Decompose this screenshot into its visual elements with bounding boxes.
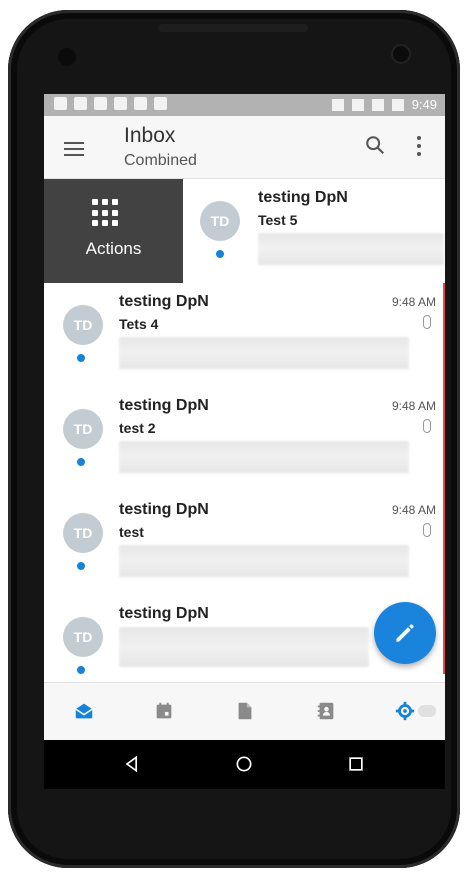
home-icon[interactable] [234,754,254,774]
email-row[interactable]: Actions TD testing DpN Test 5 [44,179,445,284]
avatar: TD [63,513,103,553]
notification-icon [94,97,107,110]
unread-dot [77,354,85,362]
unread-dot [77,666,85,674]
unread-dot [216,250,224,258]
mail-icon[interactable] [73,700,95,722]
attachment-icon [423,419,431,433]
app-screen: 9:49 Inbox Combined Actions TD testing D… [44,94,445,789]
blurred-preview [119,441,409,473]
back-icon[interactable] [122,754,142,774]
android-nav-bar [44,740,445,789]
vibrate-icon [331,98,344,111]
avatar: TD [200,201,240,241]
more-options-icon[interactable] [416,136,422,160]
notification-icon [114,97,127,110]
files-icon[interactable] [234,700,256,722]
blurred-preview [119,627,369,667]
unread-dot [77,458,85,466]
email-subject: test 2 [119,420,156,436]
notification-icon [54,97,67,110]
sender-name: testing DpN [119,605,209,622]
flag-accent [443,283,445,387]
email-subject: Test 5 [258,212,298,228]
contacts-icon[interactable] [315,700,337,722]
flag-accent [443,491,445,595]
avatar: TD [63,409,103,449]
system-icons: 9:49 [331,97,437,112]
sender-name: testing DpN [119,397,209,414]
battery-icon [391,98,404,111]
email-time: 9:48 AM [391,295,436,309]
clock: 9:49 [411,97,437,112]
page-subtitle: Combined [124,152,197,169]
apps-grid-icon [92,199,120,227]
email-subject: Tets 4 [119,316,159,332]
wifi-icon [351,98,364,111]
avatar: TD [63,617,103,657]
email-row[interactable]: TD testing DpN test 2 9:48 AM [44,387,445,492]
page-title: Inbox [124,124,176,147]
blurred-preview [119,545,409,577]
flag-accent [443,387,445,491]
recents-icon[interactable] [346,754,366,774]
notification-icons [54,97,167,110]
notification-icon [154,97,167,110]
bottom-tab-bar [44,682,445,741]
blurred-preview [258,233,444,265]
search-icon[interactable] [364,134,386,156]
pencil-icon [396,624,414,642]
flag-accent [443,595,445,674]
sender-name: testing DpN [258,189,348,206]
actions-label: Actions [85,239,142,258]
settings-icon[interactable] [394,700,416,722]
avatar: TD [63,305,103,345]
email-row[interactable]: TD testing DpN Tets 4 9:48 AM [44,283,445,388]
sender-name: testing DpN [119,293,209,310]
compose-button[interactable] [374,602,436,664]
email-subject: test [119,524,144,540]
attachment-icon [423,523,431,537]
email-time: 9:48 AM [391,503,436,517]
notification-icon [74,97,87,110]
app-bar: Inbox Combined [44,116,445,179]
email-list[interactable]: Actions TD testing DpN Test 5 TD testing… [44,179,445,768]
status-bar: 9:49 [44,94,445,116]
attachment-icon [423,315,431,329]
front-speaker [58,48,76,66]
email-row[interactable]: TD testing DpN test 9:48 AM [44,491,445,596]
menu-icon[interactable] [64,142,84,160]
settings-toggle[interactable] [418,705,436,717]
email-time: 9:48 AM [391,399,436,413]
notification-icon [134,97,147,110]
actions-button[interactable]: Actions [44,179,183,283]
blurred-preview [119,337,409,369]
unread-dot [77,562,85,570]
signal-icon [371,98,384,111]
front-camera [393,46,409,62]
calendar-icon[interactable] [153,700,175,722]
sender-name: testing DpN [119,501,209,518]
